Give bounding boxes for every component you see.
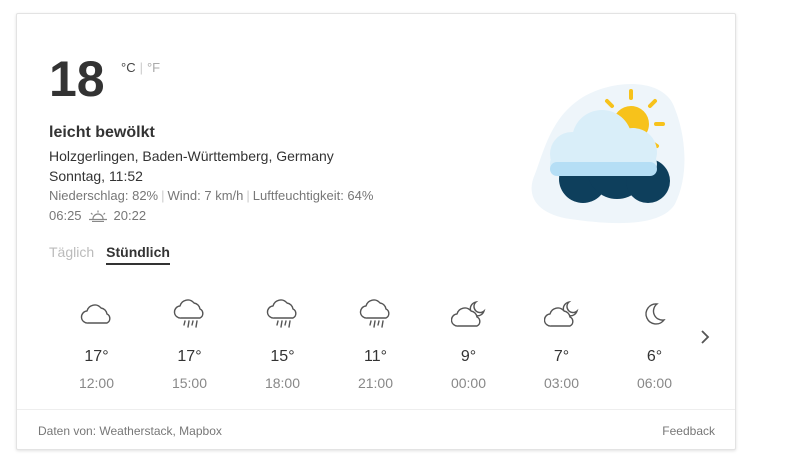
forecast-temperature: 17°	[177, 348, 202, 365]
partly-cloudy-sun-icon	[531, 84, 685, 224]
wind: Wind: 7 km/h	[167, 188, 244, 203]
forecast-item: 17° 15:00	[143, 296, 236, 391]
forecast-item: 7° 03:00	[515, 296, 608, 391]
sunset-time: 20:22	[113, 208, 147, 223]
data-source: Daten von: Weatherstack, Mapbox	[38, 424, 222, 438]
rain-cloud-icon	[236, 296, 329, 332]
forecast-time: 18:00	[264, 375, 301, 391]
sunrise-sunset-icon	[88, 210, 107, 222]
forecast-time: 06:00	[636, 375, 673, 391]
sun-times: 06:25 20:22	[49, 208, 146, 223]
forecast-item: 15° 18:00	[236, 296, 329, 391]
next-arrow-icon[interactable]	[697, 328, 713, 346]
forecast-time: 21:00	[357, 375, 394, 391]
humidity: Luftfeuchtigkeit: 64%	[252, 188, 374, 203]
forecast-item: 17° 12:00	[50, 296, 143, 391]
unit-switcher: °C | °F	[121, 60, 160, 75]
rain-cloud-icon	[329, 296, 422, 332]
details-separator: |	[161, 188, 165, 203]
cloud-icon	[50, 296, 143, 332]
rain-cloud-icon	[143, 296, 236, 332]
forecast-temperature: 15°	[270, 348, 295, 365]
moon-icon	[608, 296, 701, 332]
weather-card: 18 °C | °F leicht bewölkt Holzgerlingen, B…	[16, 13, 736, 450]
forecast-item: 11° 21:00	[329, 296, 422, 391]
forecast-tabs: Täglich Stündlich	[49, 244, 182, 265]
location: Holzgerlingen, Baden-Württemberg, German…	[49, 148, 334, 164]
footer: Daten von: Weatherstack, Mapbox Feedback	[17, 409, 735, 449]
cloud-moon-icon	[515, 296, 608, 332]
forecast-time: 15:00	[171, 375, 208, 391]
unit-separator: |	[139, 60, 143, 75]
current-datetime: Sonntag, 11:52	[49, 168, 143, 184]
unit-fahrenheit-button[interactable]: °F	[147, 60, 160, 75]
forecast-item: 9° 00:00	[422, 296, 515, 391]
tab-daily[interactable]: Täglich	[49, 244, 94, 265]
forecast-item: 6° 06:00	[608, 296, 701, 391]
weather-condition: leicht bewölkt	[49, 124, 155, 141]
current-temperature: 18	[49, 51, 105, 107]
cloud-moon-icon	[422, 296, 515, 332]
forecast-temperature: 9°	[460, 348, 477, 365]
forecast-temperature: 7°	[553, 348, 570, 365]
sunrise-time: 06:25	[49, 208, 82, 223]
forecast-time: 12:00	[78, 375, 115, 391]
forecast-time: 03:00	[543, 375, 580, 391]
forecast-temperature: 6°	[646, 348, 663, 365]
hourly-forecast: 17° 12:00 17° 15:00 15° 18:00 11° 21:00 9° 00:00 7…	[50, 296, 701, 391]
details-separator: |	[246, 188, 250, 203]
forecast-temperature: 17°	[84, 348, 109, 365]
weather-details: Niederschlag: 82% | Wind: 7 km/h | Luftfeuch…	[49, 188, 373, 203]
feedback-link[interactable]: Feedback	[662, 424, 715, 438]
forecast-time: 00:00	[450, 375, 487, 391]
precipitation: Niederschlag: 82%	[49, 188, 159, 203]
forecast-temperature: 11°	[363, 348, 387, 365]
tab-hourly[interactable]: Stündlich	[106, 244, 170, 265]
unit-celsius-button[interactable]: °C	[121, 60, 136, 75]
